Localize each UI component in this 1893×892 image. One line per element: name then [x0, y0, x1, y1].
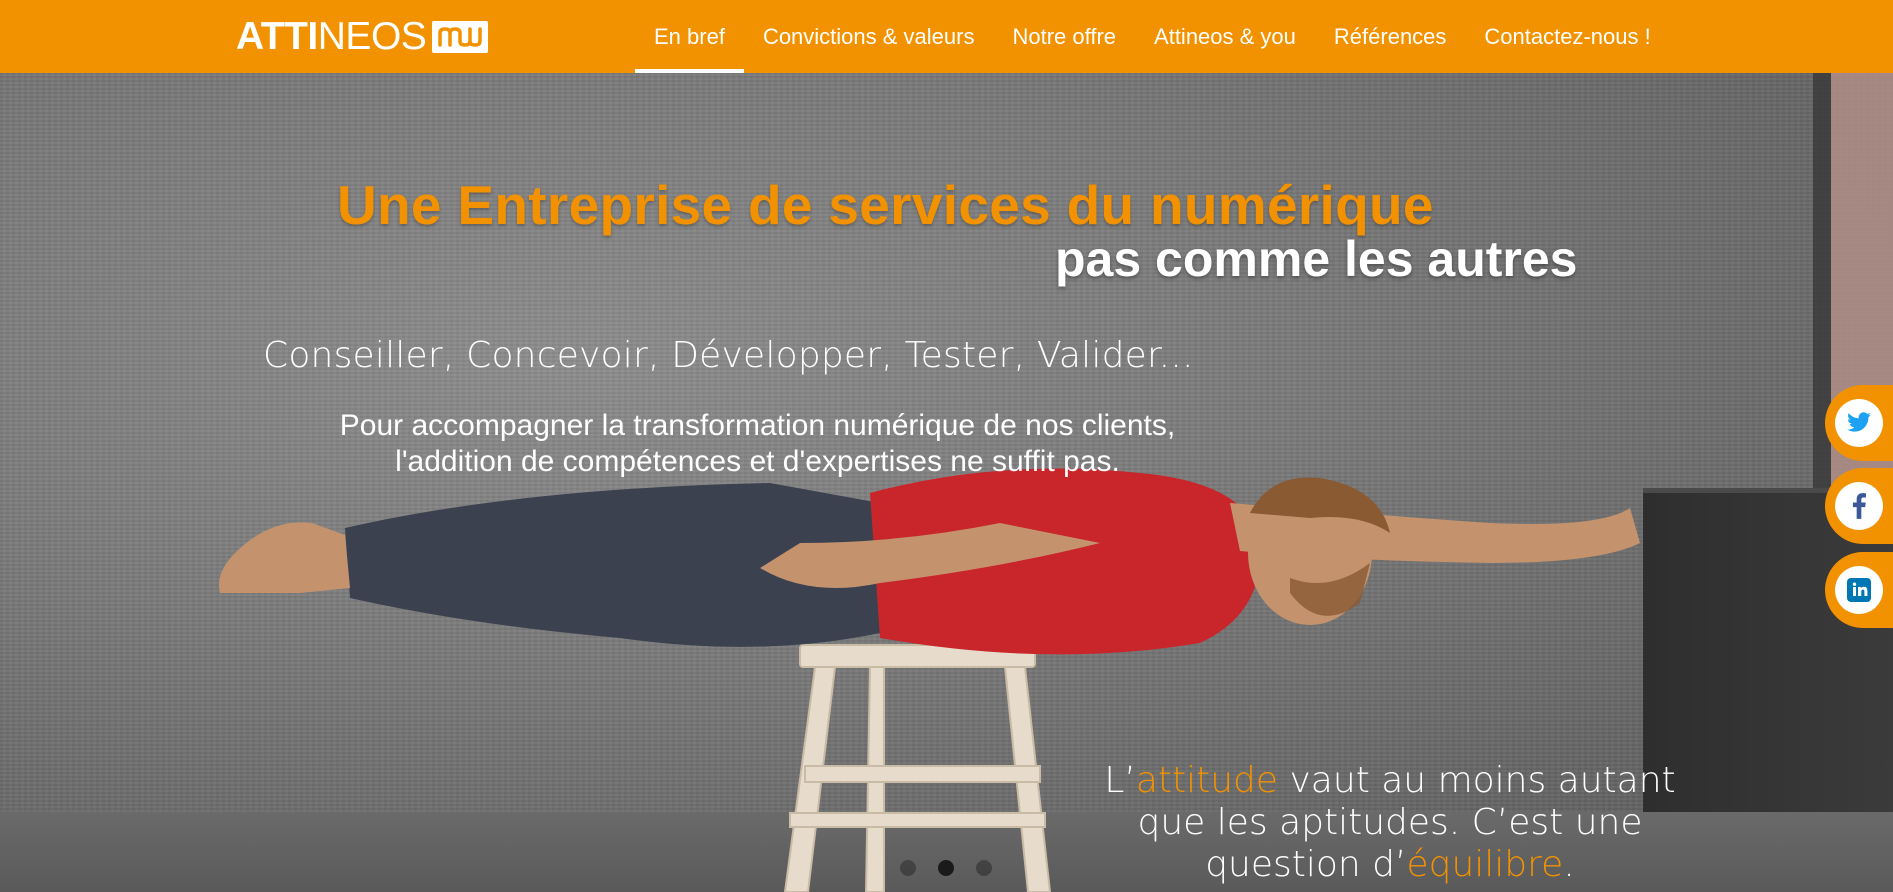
nav-item-references[interactable]: Références [1315, 0, 1466, 73]
main-nav: En bref Convictions & valeurs Notre offr… [635, 0, 1670, 73]
logo-text-light: NEOS [317, 15, 427, 58]
nav-item-notre-offre[interactable]: Notre offre [993, 0, 1135, 73]
site-logo[interactable]: ATTI NEOS [236, 15, 489, 58]
hero-title-line1: Une Entreprise de services du numérique [337, 174, 1434, 236]
linkedin-icon [1835, 566, 1883, 614]
hero-paragraph-line2: l'addition de compétences et d'expertise… [395, 445, 1120, 478]
site-header: ATTI NEOS En bref Convictions & valeurs N… [0, 0, 1893, 73]
hero-subtitle: Conseiller, Concevoir, Développer, Teste… [263, 335, 1194, 376]
hero-paragraph: Pour accompagner la transformation numér… [260, 408, 1255, 480]
carousel-dot-2[interactable] [938, 860, 954, 876]
hero-paragraph-line1: Pour accompagner la transformation numér… [339, 409, 1176, 442]
facebook-icon [1835, 482, 1883, 530]
quote-part1: L’ [1104, 760, 1136, 801]
hero-quote: L’attitude vaut au moins autant que les … [1080, 760, 1700, 886]
nav-item-contactez-nous[interactable]: Contactez-nous ! [1465, 0, 1669, 73]
quote-highlight-attitude: attitude [1135, 760, 1279, 801]
twitter-button[interactable] [1825, 385, 1893, 461]
logo-text-bold: ATTI [236, 15, 318, 58]
facebook-button[interactable] [1825, 468, 1893, 544]
nav-item-attineos-you[interactable]: Attineos & you [1135, 0, 1315, 73]
attineos-mark-icon [432, 21, 489, 53]
linkedin-button[interactable] [1825, 552, 1893, 628]
quote-part3: . [1563, 844, 1575, 885]
carousel-dots [900, 860, 992, 876]
carousel-dot-3[interactable] [976, 860, 992, 876]
nav-item-en-bref[interactable]: En bref [635, 0, 744, 73]
hero-title-line2: pas comme les autres [1055, 231, 1578, 287]
carousel-dot-1[interactable] [900, 860, 916, 876]
quote-highlight-equilibre: équilibre [1406, 844, 1564, 885]
hero-slider: Une Entreprise de services du numérique … [0, 73, 1893, 892]
twitter-icon [1835, 399, 1883, 447]
nav-item-convictions-valeurs[interactable]: Convictions & valeurs [744, 0, 994, 73]
